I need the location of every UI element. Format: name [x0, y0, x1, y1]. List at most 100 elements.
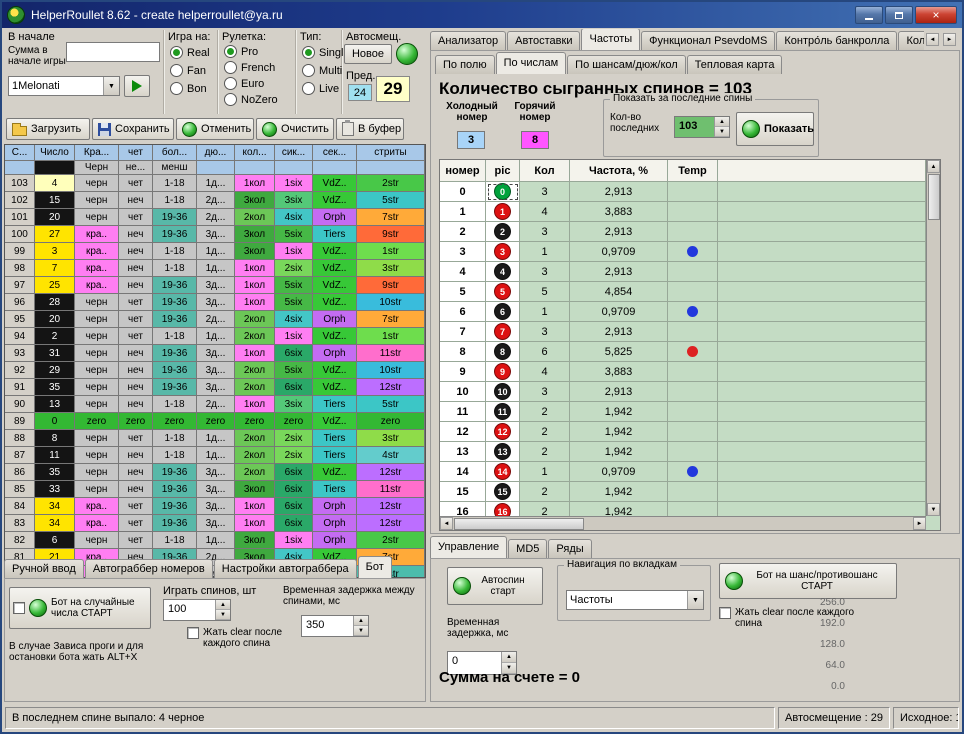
spin-row[interactable]: 1034чернчет1-181д...1кол1sixVdZ..2str [5, 175, 425, 192]
chevron-down-icon[interactable]: ▼ [687, 591, 703, 609]
vertical-scroll-thumb[interactable] [928, 174, 940, 220]
close-button[interactable]: × [915, 6, 957, 24]
freq-row[interactable]: 121221,942 [440, 422, 926, 442]
tab-autobets[interactable]: Автоставки [507, 31, 580, 50]
freq-horizontal-scrollbar[interactable]: ◄ ► [440, 516, 926, 530]
show-button[interactable]: Показать [736, 112, 814, 146]
radio-euro[interactable]: Euro [224, 77, 264, 90]
spin-row[interactable]: 826чернчет1-181д...3кол1sixOrph2str [5, 532, 425, 549]
spin-row[interactable]: 8334кра..чет19-363д...1кол6sixOrph12str [5, 515, 425, 532]
radio-live[interactable]: Live [302, 82, 339, 95]
spinner-up-icon[interactable]: ▲ [216, 600, 230, 610]
freq-row[interactable]: 2232,913 [440, 222, 926, 242]
radio-real[interactable]: Real [170, 46, 210, 59]
chevron-down-icon[interactable]: ▼ [103, 77, 119, 95]
spinner-down-icon[interactable]: ▼ [216, 610, 230, 620]
radio-multi[interactable]: Multi [302, 64, 342, 77]
radio-fan[interactable]: Fan [170, 64, 206, 77]
bot-clear-checkbox-row[interactable]: Жать clear после каждого спина [187, 627, 307, 649]
tab-by-field[interactable]: По полю [435, 55, 495, 74]
tab-analyzer[interactable]: Анализатор [430, 31, 506, 50]
spinner-up-icon[interactable]: ▲ [715, 117, 729, 127]
tab-psevdoms[interactable]: Функционал PsevdoMS [641, 31, 775, 50]
tab-rows[interactable]: Ряды [548, 539, 591, 558]
spin-row[interactable]: 8434кра..чет19-363д...1кол6sixOrph12str [5, 498, 425, 515]
scroll-down-icon[interactable]: ▼ [927, 503, 940, 516]
freq-row[interactable]: 111121,942 [440, 402, 926, 422]
freq-row[interactable]: 8865,825 [440, 342, 926, 362]
scroll-left-icon[interactable]: ◄ [440, 517, 453, 530]
save-button[interactable]: Сохранить [92, 118, 174, 140]
tab-manual-input[interactable]: Ручной ввод [4, 559, 84, 578]
freq-row[interactable]: 0032,913 [440, 182, 926, 202]
freq-row[interactable]: 151521,942 [440, 482, 926, 502]
spin-row[interactable]: 10215черннеч1-182д...3кол3sixVdZ..5str [5, 192, 425, 209]
tab-frequencies[interactable]: Частоты [581, 29, 640, 50]
freq-row[interactable]: 3310,9709 [440, 242, 926, 262]
radio-singl[interactable]: Singl [302, 46, 343, 59]
spin-row[interactable]: 8711черннеч1-181д...2кол2sixTiers4str [5, 447, 425, 464]
tab-bot[interactable]: Бот [358, 556, 392, 578]
autospin-start-button[interactable]: Автоспин старт [447, 567, 543, 605]
scroll-right-icon[interactable]: ► [913, 517, 926, 530]
control-clear-checkbox[interactable] [719, 607, 731, 619]
spins-count-spinner[interactable]: 100 ▲▼ [163, 599, 231, 621]
tabs-scroll-left[interactable]: ◄ [926, 33, 939, 46]
spin-row[interactable]: 9520чернчет19-362д...2кол4sixOrph7str [5, 311, 425, 328]
freq-row[interactable]: 161621,942 [440, 502, 926, 516]
titlebar[interactable]: HelperRoullet 8.62 - create helperroulle… [2, 2, 962, 28]
spinner-down-icon[interactable]: ▼ [354, 626, 368, 636]
tab-control[interactable]: Управление [430, 536, 507, 558]
spin-row[interactable]: 888чернчет1-181д...2кол2sixTiers3str [5, 430, 425, 447]
horizontal-scroll-thumb[interactable] [454, 518, 584, 530]
tab-by-chances[interactable]: По шансам/дюж/кол [567, 55, 686, 74]
radio-nozero[interactable]: NoZero [224, 93, 278, 106]
copy-buffer-button[interactable]: В буфер [336, 118, 404, 140]
freq-row[interactable]: 141410,9709 [440, 462, 926, 482]
load-button[interactable]: Загрузить [6, 118, 90, 140]
bot-clear-checkbox[interactable] [187, 627, 199, 639]
spin-row[interactable]: 9229черннеч19-363д...2кол5sixVdZ..10str [5, 362, 425, 379]
spins-table[interactable]: С... Число Кра... чет бол... дю... кол..… [4, 144, 426, 578]
spin-row[interactable]: 890zerozerozerozerozerozeroVdZ..zero [5, 413, 425, 430]
spin-row[interactable]: 9331черннеч19-363д...1кол6sixOrph11str [5, 345, 425, 362]
random-bot-checkbox[interactable] [13, 602, 25, 614]
spin-row[interactable]: 10120чернчет19-362д...2кол4sixOrph7str [5, 209, 425, 226]
random-bot-start-button[interactable]: Бот на случайные числа СТАРТ [9, 587, 151, 629]
spin-row[interactable]: 9725кра..неч19-363д...1кол5sixVdZ..9str [5, 277, 425, 294]
spin-row[interactable]: 8635черннеч19-363д...2кол6sixVdZ..12str [5, 464, 425, 481]
last-spins-spinner[interactable]: 103 ▲▼ [674, 116, 730, 138]
tab-autograbber-settings[interactable]: Настройки автограббера [214, 559, 357, 578]
tab-md5[interactable]: MD5 [508, 539, 547, 558]
nav-tabs-combobox[interactable]: Частоты ▼ [566, 590, 704, 610]
tab-wheel[interactable]: Колесо [898, 31, 924, 50]
spin-row[interactable]: 993кра..неч1-181д...3кол1sixVdZ..1str [5, 243, 425, 260]
tab-bankroll[interactable]: Контро́ль банкролла [776, 31, 897, 50]
spin-row[interactable]: 8533черннеч19-363д...3кол6sixTiers11str [5, 481, 425, 498]
clear-button[interactable]: Очистить [256, 118, 334, 140]
freq-row[interactable]: 6610,9709 [440, 302, 926, 322]
spin-row[interactable]: 9013черннеч1-182д...1кол3sixTiers5str [5, 396, 425, 413]
profile-combobox[interactable]: 1Melonati ▼ [8, 76, 120, 96]
spin-row[interactable]: 942чернчет1-181д...2кол1sixVdZ..1str [5, 328, 425, 345]
spin-row[interactable]: 9628чернчет19-363д...1кол5sixVdZ..10str [5, 294, 425, 311]
radio-pro[interactable]: Pro [224, 45, 258, 58]
minimize-button[interactable] [855, 6, 883, 24]
spin-row[interactable]: 9135черннеч19-363д...2кол6sixVdZ..12str [5, 379, 425, 396]
spin-row[interactable]: 10027кра..неч19-363д...3кол5sixTiers9str [5, 226, 425, 243]
freq-row[interactable]: 9943,883 [440, 362, 926, 382]
spinner-up-icon[interactable]: ▲ [354, 616, 368, 626]
tab-autograbber[interactable]: Автограббер номеров [85, 559, 213, 578]
start-sum-input[interactable] [66, 42, 160, 62]
freq-row[interactable]: 5554,854 [440, 282, 926, 302]
freq-table[interactable]: номер pic Кол Частота, % Temp 0032,91311… [439, 159, 941, 531]
tabs-scroll-right[interactable]: ► [943, 33, 956, 46]
bot-delay-spinner[interactable]: 350 ▲▼ [301, 615, 369, 637]
freq-row[interactable]: 1143,883 [440, 202, 926, 222]
scroll-up-icon[interactable]: ▲ [927, 160, 940, 173]
spinner-down-icon[interactable]: ▼ [715, 127, 729, 137]
freq-vertical-scrollbar[interactable]: ▲ ▼ [926, 160, 940, 516]
spinner-up-icon[interactable]: ▲ [502, 652, 516, 663]
new-autoshift-button[interactable]: Новое [344, 44, 392, 64]
spin-row[interactable]: 987кра..неч1-181д...1кол2sixVdZ..3str [5, 260, 425, 277]
